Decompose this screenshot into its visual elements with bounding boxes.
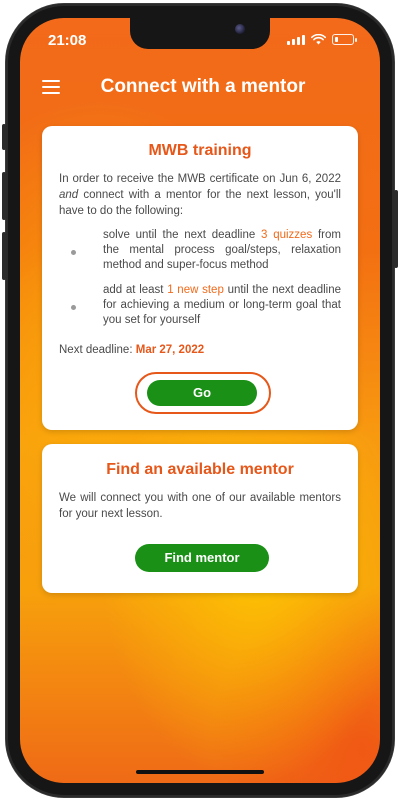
mwb-training-card: MWB training In order to receive the MWB… xyxy=(42,126,358,430)
deadline-label: Next deadline: xyxy=(59,344,133,356)
page-title: Connect with a mentor xyxy=(100,76,306,97)
find-mentor-card: Find an available mentor We will connect… xyxy=(42,444,358,593)
item-text-start: add at least xyxy=(103,284,168,296)
deadline-date: Mar 27, 2022 xyxy=(135,344,205,356)
training-card-title: MWB training xyxy=(148,142,252,159)
mute-switch xyxy=(2,124,6,150)
go-button[interactable]: Go xyxy=(147,380,257,406)
app-screen: 21:08 Connect with a mentor MWB training… xyxy=(20,18,380,783)
quizzes-link[interactable]: 3 quizzes xyxy=(261,229,312,241)
power-button xyxy=(394,190,398,268)
intro-text-emphasis: and xyxy=(59,189,79,201)
new-step-link[interactable]: 1 new step xyxy=(167,284,224,296)
mentor-card-title: Find an available mentor xyxy=(106,461,294,478)
status-icons xyxy=(287,34,357,45)
bullet-icon xyxy=(71,305,76,310)
item-text-start: solve until the next deadline xyxy=(103,229,262,241)
intro-text-end: connect with a mentor for the next lesso… xyxy=(59,189,341,217)
home-indicator[interactable] xyxy=(136,770,264,774)
intro-text-start: In order to receive the MWB certificate … xyxy=(59,173,341,185)
front-camera xyxy=(235,24,245,34)
list-item: add at least 1 new step until the next d… xyxy=(59,283,341,328)
wifi-icon xyxy=(311,34,326,45)
mentor-description: We will connect you with one of our avai… xyxy=(59,492,341,520)
find-mentor-button[interactable]: Find mentor xyxy=(135,544,269,572)
battery-icon xyxy=(332,34,357,45)
bullet-icon xyxy=(71,250,76,255)
training-intro: In order to receive the MWB certificate … xyxy=(42,171,358,219)
list-item: solve until the next deadline 3 quizzes … xyxy=(59,228,341,273)
battery-level xyxy=(334,36,338,42)
notch xyxy=(130,18,270,49)
status-time: 21:08 xyxy=(48,32,87,49)
requirements-list: solve until the next deadline 3 quizzes … xyxy=(59,228,341,328)
go-button-highlight: Go xyxy=(135,372,271,414)
volume-up-button xyxy=(2,172,6,220)
next-deadline: Next deadline: Mar 27, 2022 xyxy=(59,344,341,356)
volume-down-button xyxy=(2,232,6,280)
cellular-signal-icon xyxy=(287,34,305,45)
